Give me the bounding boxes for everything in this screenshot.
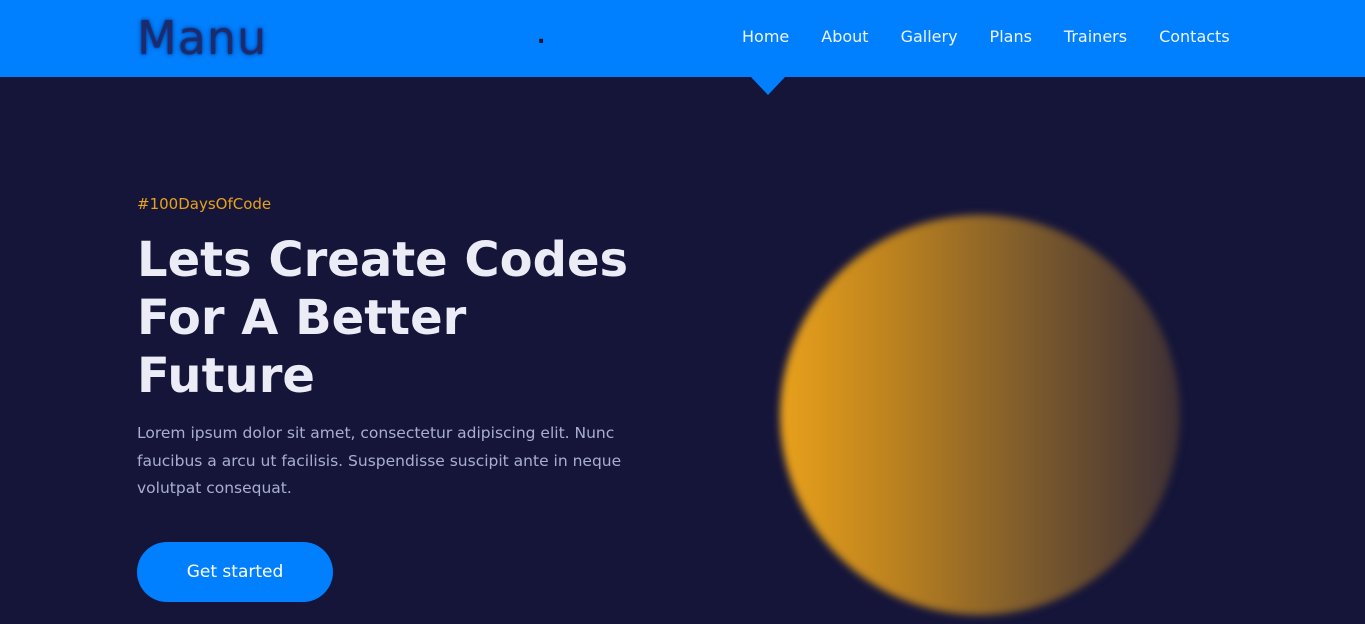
nav-link-home[interactable]: Home xyxy=(742,26,789,48)
get-started-button[interactable]: Get started xyxy=(137,542,333,602)
brand-logo[interactable]: Manu xyxy=(137,12,267,64)
headline-line-3: Future xyxy=(137,348,315,404)
headline-line-2: For A Better xyxy=(137,290,467,346)
hero-headline: Lets Create Codes For A Better Future xyxy=(137,231,657,405)
hero-hashtag: #100DaysOfCode xyxy=(137,195,272,213)
nav-link-gallery[interactable]: Gallery xyxy=(901,26,958,48)
main-nav: Home About Gallery Plans Trainers Contac… xyxy=(742,26,1230,48)
top-navbar: Manu . Home About Gallery Plans Trainers… xyxy=(0,0,1365,77)
active-nav-indicator xyxy=(751,77,785,95)
nav-link-trainers[interactable]: Trainers xyxy=(1064,26,1127,48)
nav-link-about[interactable]: About xyxy=(821,26,868,48)
hero-description: Lorem ipsum dolor sit amet, consectetur … xyxy=(137,424,622,497)
nav-link-contacts[interactable]: Contacts xyxy=(1159,26,1230,48)
header-dot: . xyxy=(537,24,546,49)
headline-line-1: Lets Create Codes xyxy=(137,232,629,288)
hero-orb-graphic xyxy=(780,215,1180,615)
nav-link-plans[interactable]: Plans xyxy=(990,26,1032,48)
